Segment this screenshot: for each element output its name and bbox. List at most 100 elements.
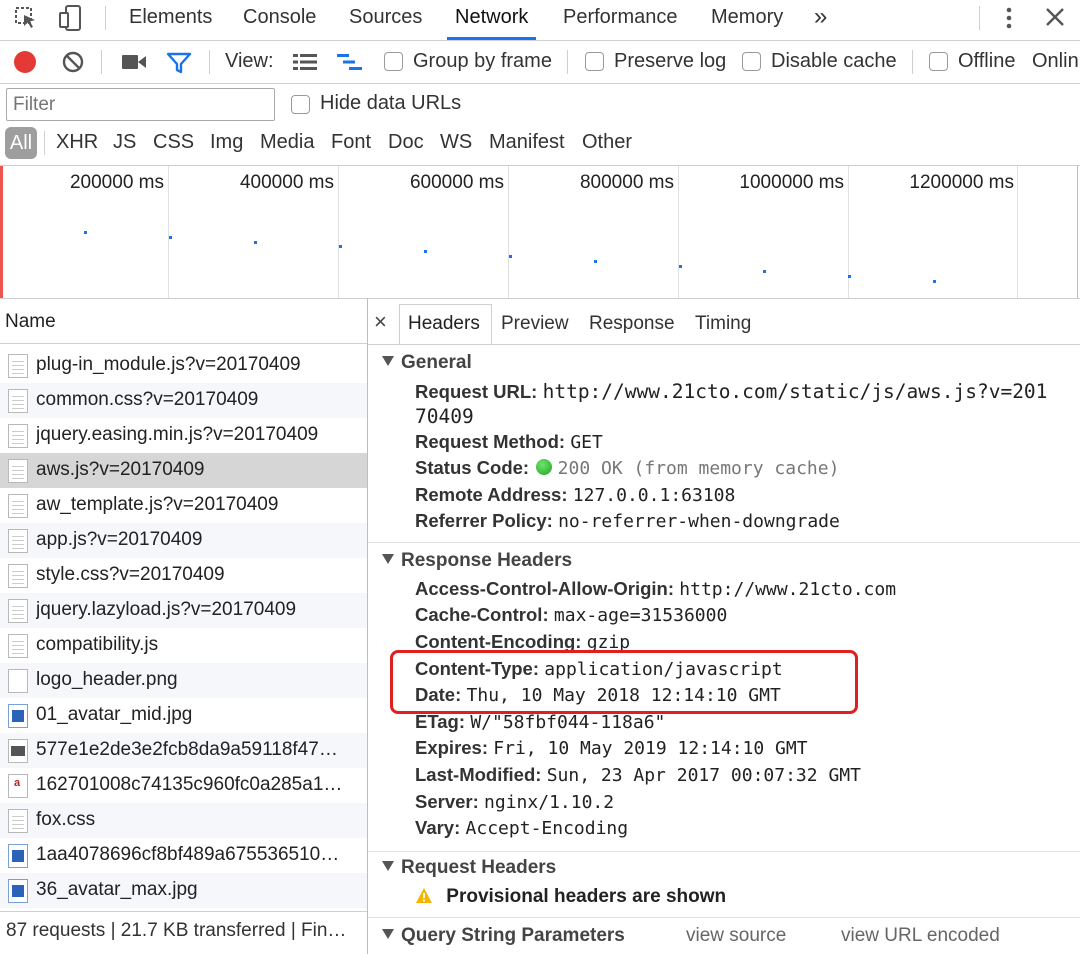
- response-header-row: Expires: Fri, 10 May 2019 12:14:10 GMT: [415, 737, 808, 760]
- view-label: View:: [225, 50, 274, 72]
- request-row[interactable]: aw_template.js?v=20170409: [0, 488, 367, 523]
- tab-network[interactable]: Network: [446, 0, 537, 40]
- timeline-dot: [339, 245, 342, 248]
- request-row[interactable]: style.css?v=20170409: [0, 558, 367, 593]
- timeline-dot: [679, 265, 682, 268]
- clear-icon[interactable]: [61, 50, 85, 74]
- request-method-row: Request Method: GET: [415, 431, 603, 454]
- type-filter-all[interactable]: All: [5, 127, 37, 159]
- query-string-toggle[interactable]: Query String Parameters: [382, 925, 625, 947]
- response-header-row: Access-Control-Allow-Origin: http://www.…: [415, 578, 896, 601]
- status-ok-dot-icon: [536, 459, 553, 475]
- type-filter-other[interactable]: Other: [582, 131, 632, 154]
- document-icon: [8, 634, 28, 658]
- image-thumbnail-icon: [8, 879, 28, 903]
- request-row[interactable]: common.css?v=20170409: [0, 383, 367, 418]
- screenshot-camera-icon[interactable]: [121, 53, 147, 71]
- provisional-headers-message: Provisional headers are shown: [446, 886, 727, 907]
- response-header-row: Content-Encoding: gzip: [415, 631, 630, 651]
- request-row[interactable]: compatibility.js: [0, 628, 367, 663]
- request-row[interactable]: 36_avatar_max.jpg: [0, 873, 367, 908]
- document-icon: [8, 459, 28, 483]
- preserve-log-checkbox[interactable]: [585, 52, 604, 71]
- disable-cache-checkbox[interactable]: [742, 52, 761, 71]
- request-headers-toggle[interactable]: Request Headers: [382, 857, 556, 879]
- request-name: 36_avatar_max.jpg: [36, 879, 198, 900]
- inspect-element-icon[interactable]: [14, 6, 38, 30]
- request-row[interactable]: 162701008c74135c960fc0a285a1…: [0, 768, 367, 803]
- response-header-row: Vary: Accept-Encoding: [415, 817, 628, 840]
- header-value: W/"58fbf044-118a6": [470, 712, 666, 733]
- group-by-frame-checkbox[interactable]: [384, 52, 403, 71]
- request-row[interactable]: 1aa4078696cf8bf489a675536510…: [0, 838, 367, 873]
- filter-funnel-icon[interactable]: [166, 51, 192, 75]
- offline-checkbox[interactable]: [929, 52, 948, 71]
- general-section-title: General: [401, 352, 472, 373]
- request-row-selected[interactable]: aws.js?v=20170409: [0, 453, 367, 488]
- tab-timing[interactable]: Timing: [695, 313, 751, 335]
- type-filter-js[interactable]: JS: [113, 131, 136, 154]
- tab-sources[interactable]: Sources: [349, 0, 422, 40]
- header-value: Fri, 10 May 2019 12:14:10 GMT: [493, 738, 808, 759]
- request-row[interactable]: jquery.lazyload.js?v=20170409: [0, 593, 367, 628]
- response-headers-toggle[interactable]: Response Headers: [382, 550, 572, 572]
- type-filter-doc[interactable]: Doc: [388, 131, 424, 154]
- provisional-headers-row: Provisional headers are shown: [415, 886, 726, 910]
- close-devtools-icon[interactable]: [1044, 6, 1066, 28]
- document-icon: [8, 424, 28, 448]
- header-key: Access-Control-Allow-Origin:: [415, 578, 675, 599]
- header-key: Content-Encoding:: [415, 631, 582, 651]
- type-filter-img[interactable]: Img: [210, 131, 243, 154]
- header-value: 127.0.0.1:63108: [572, 485, 736, 506]
- record-icon[interactable]: [14, 51, 36, 73]
- type-filter-xhr[interactable]: XHR: [56, 131, 98, 154]
- highlight-annotation-box: [390, 650, 858, 714]
- general-section-toggle[interactable]: General: [382, 352, 472, 374]
- type-filter-ws[interactable]: WS: [440, 131, 472, 154]
- request-row[interactable]: app.js?v=20170409: [0, 523, 367, 558]
- request-row[interactable]: logo_header.png: [0, 663, 367, 698]
- request-row[interactable]: jquery.easing.min.js?v=20170409: [0, 418, 367, 453]
- request-row[interactable]: plug-in_module.js?v=20170409: [0, 348, 367, 383]
- request-summary: 87 requests | 21.7 KB transferred | Fin…: [6, 920, 347, 941]
- close-detail-icon[interactable]: ×: [374, 309, 387, 335]
- header-key: Request URL:: [415, 381, 538, 402]
- tab-response[interactable]: Response: [589, 313, 675, 335]
- waterfall-overview-icon[interactable]: [336, 52, 364, 72]
- type-filter-font[interactable]: Font: [331, 131, 371, 154]
- filter-input[interactable]: [6, 88, 275, 121]
- request-row[interactable]: 01_avatar_mid.jpg: [0, 698, 367, 733]
- type-filter-css[interactable]: CSS: [153, 131, 194, 154]
- tab-memory[interactable]: Memory: [711, 0, 783, 40]
- hide-data-urls-checkbox[interactable]: [291, 95, 310, 114]
- response-header-row: Server: nginx/1.10.2: [415, 791, 614, 814]
- tab-preview[interactable]: Preview: [501, 313, 569, 335]
- name-column-header[interactable]: Name: [5, 311, 56, 333]
- device-toolbar-icon[interactable]: [58, 4, 82, 32]
- large-rows-icon[interactable]: [292, 52, 318, 72]
- header-value: http://www.21cto.com/static/js/aws.js?v=…: [542, 380, 1048, 403]
- request-url-row-wrap: 70409: [415, 405, 474, 429]
- image-file-icon: [8, 669, 28, 693]
- header-value: GET: [570, 432, 603, 453]
- header-value: 200 OK (from memory cache): [557, 458, 840, 479]
- throttling-select[interactable]: Onlin: [1032, 50, 1079, 73]
- request-row[interactable]: 577e1e2de3e2fcb8da9a59118f47…: [0, 733, 367, 768]
- tab-elements[interactable]: Elements: [129, 0, 212, 40]
- timeline-dot: [169, 236, 172, 239]
- header-key: Request Method:: [415, 431, 566, 452]
- timeline-dot: [84, 231, 87, 234]
- request-url-row: Request URL: http://www.21cto.com/static…: [415, 380, 1047, 404]
- kebab-menu-icon[interactable]: [1000, 6, 1018, 30]
- type-filter-media[interactable]: Media: [260, 131, 314, 154]
- response-header-row: ETag: W/"58fbf044-118a6": [415, 711, 665, 734]
- tab-performance[interactable]: Performance: [563, 0, 678, 40]
- view-source-link[interactable]: view source: [686, 925, 786, 947]
- more-tabs-icon[interactable]: »: [814, 0, 827, 40]
- header-value: gzip: [586, 632, 631, 651]
- type-filter-manifest[interactable]: Manifest: [489, 131, 565, 154]
- tab-console[interactable]: Console: [243, 0, 316, 40]
- timeline-dot: [509, 255, 512, 258]
- request-row[interactable]: fox.css: [0, 803, 367, 838]
- view-url-encoded-link[interactable]: view URL encoded: [841, 925, 1000, 947]
